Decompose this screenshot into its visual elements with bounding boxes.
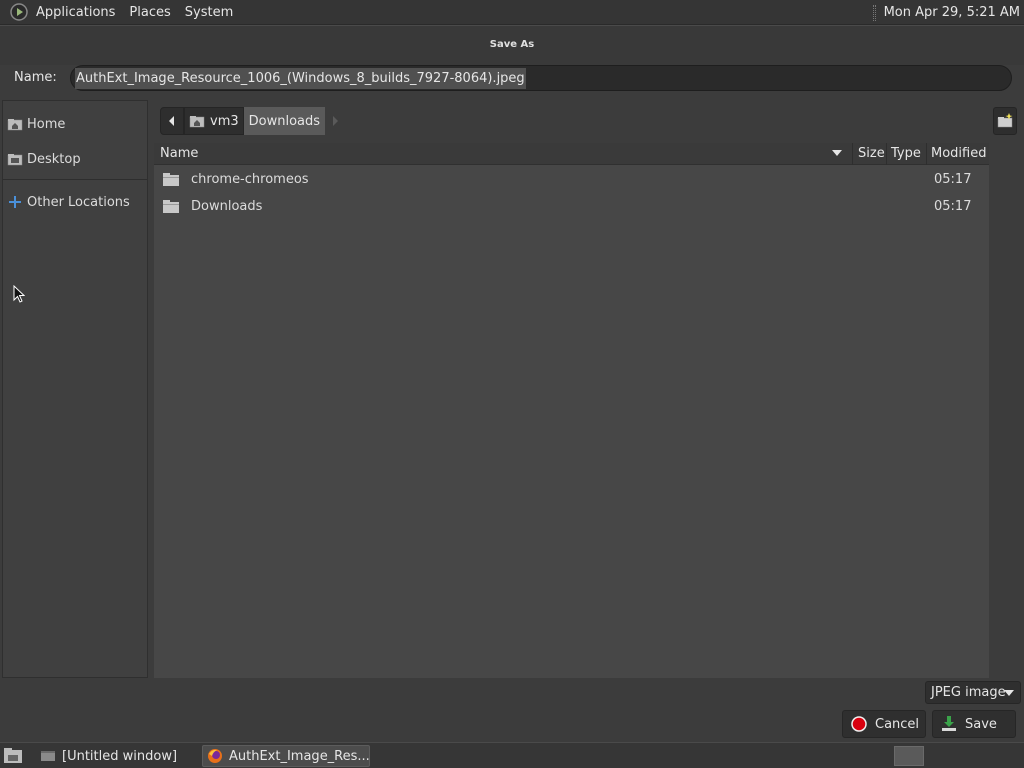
save-button[interactable]: Save	[932, 710, 1016, 738]
list-header: Name Size Type Modified	[154, 143, 989, 165]
bottom-taskbar: [Untitled window] AuthExt_Image_Res...	[0, 742, 1024, 768]
sidebar-item-desktop[interactable]: Desktop	[3, 144, 147, 174]
sidebar-divider	[3, 179, 147, 180]
cancel-icon	[851, 716, 867, 732]
sidebar-item-label: Desktop	[27, 151, 81, 167]
path-segment-vm3[interactable]: vm3	[184, 107, 244, 135]
folder-icon	[163, 200, 179, 214]
cancel-button[interactable]: Cancel	[842, 710, 926, 738]
menu-applications[interactable]: Applications	[29, 5, 122, 20]
top-panel: Applications Places System Mon Apr 29, 5…	[0, 0, 1024, 25]
filename-text: AuthExt_Image_Resource_1006_(Windows_8_b…	[75, 68, 526, 89]
chevron-down-icon	[1004, 690, 1014, 696]
taskbar-item-untitled-window[interactable]: [Untitled window]	[36, 745, 196, 767]
home-folder-icon	[7, 116, 23, 132]
sidebar-item-other-locations[interactable]: Other Locations	[3, 187, 147, 217]
panel-menu: Applications Places System	[29, 0, 240, 25]
sidebar-item-label: Home	[27, 116, 66, 132]
file-type-filter-value: JPEG image	[931, 685, 1006, 700]
cancel-label: Cancel	[875, 716, 920, 732]
menu-places[interactable]: Places	[122, 5, 177, 20]
column-header-type[interactable]: Type	[886, 143, 926, 165]
new-folder-icon	[997, 113, 1013, 128]
filename-input[interactable]: AuthExt_Image_Resource_1006_(Windows_8_b…	[70, 65, 1012, 91]
path-segment-label: vm3	[210, 113, 239, 129]
table-row[interactable]: Downloads 05:17	[154, 194, 989, 221]
file-modified: 05:17	[934, 172, 972, 187]
plus-icon	[7, 194, 23, 210]
dialog-title: Save As	[0, 25, 1024, 65]
panel-separator	[872, 4, 876, 21]
clock-text: Mon Apr 29, 5:21 AM	[883, 5, 1020, 20]
sidebar-item-label: Other Locations	[27, 194, 130, 210]
home-folder-icon	[189, 113, 205, 129]
column-header-size[interactable]: Size	[852, 143, 886, 165]
list-side-area	[989, 143, 1024, 678]
path-segment-label: Downloads	[248, 113, 321, 129]
column-header-name[interactable]: Name	[160, 143, 198, 165]
new-folder-button[interactable]	[993, 107, 1017, 135]
mouse-cursor-icon	[13, 285, 25, 303]
save-download-icon	[941, 716, 957, 732]
path-forward-button[interactable]	[325, 107, 346, 135]
chevron-right-icon	[333, 116, 339, 126]
file-name: Downloads	[191, 199, 263, 214]
name-label: Name:	[14, 70, 57, 85]
table-row[interactable]: chrome-chromeos 05:17	[154, 167, 989, 194]
taskbar-item-label: AuthExt_Image_Res...	[229, 748, 370, 764]
chevron-left-icon	[169, 116, 174, 126]
file-modified: 05:17	[934, 199, 972, 214]
save-label: Save	[965, 716, 997, 732]
path-bar: vm3 Downloads	[160, 107, 346, 135]
column-header-modified[interactable]: Modified	[926, 143, 989, 165]
menu-system[interactable]: System	[178, 5, 240, 20]
sidebar-item-home[interactable]: Home	[3, 109, 147, 139]
file-type-filter[interactable]: JPEG image	[925, 681, 1021, 704]
file-name: chrome-chromeos	[191, 172, 309, 187]
path-segment-downloads[interactable]: Downloads	[243, 107, 326, 135]
sort-descending-icon	[832, 150, 842, 156]
firefox-icon	[207, 748, 223, 764]
window-icon	[40, 748, 56, 764]
gnome-foot-logo-icon[interactable]	[9, 2, 29, 22]
taskbar-item-label: [Untitled window]	[62, 748, 178, 764]
places-sidebar: Home Desktop Other Locations	[2, 100, 148, 678]
taskbar-item-save-as[interactable]: AuthExt_Image_Res...	[202, 745, 370, 767]
name-row: Name: AuthExt_Image_Resource_1006_(Windo…	[0, 64, 1024, 94]
workspace-switcher[interactable]	[894, 746, 924, 766]
file-list[interactable]: Name Size Type Modified chrome-chromeos …	[154, 143, 989, 678]
show-desktop-icon[interactable]	[3, 747, 23, 765]
desktop-folder-icon	[7, 151, 23, 167]
clock[interactable]: Mon Apr 29, 5:21 AM	[872, 0, 1020, 25]
path-back-button[interactable]	[160, 107, 184, 135]
folder-icon	[163, 173, 179, 187]
